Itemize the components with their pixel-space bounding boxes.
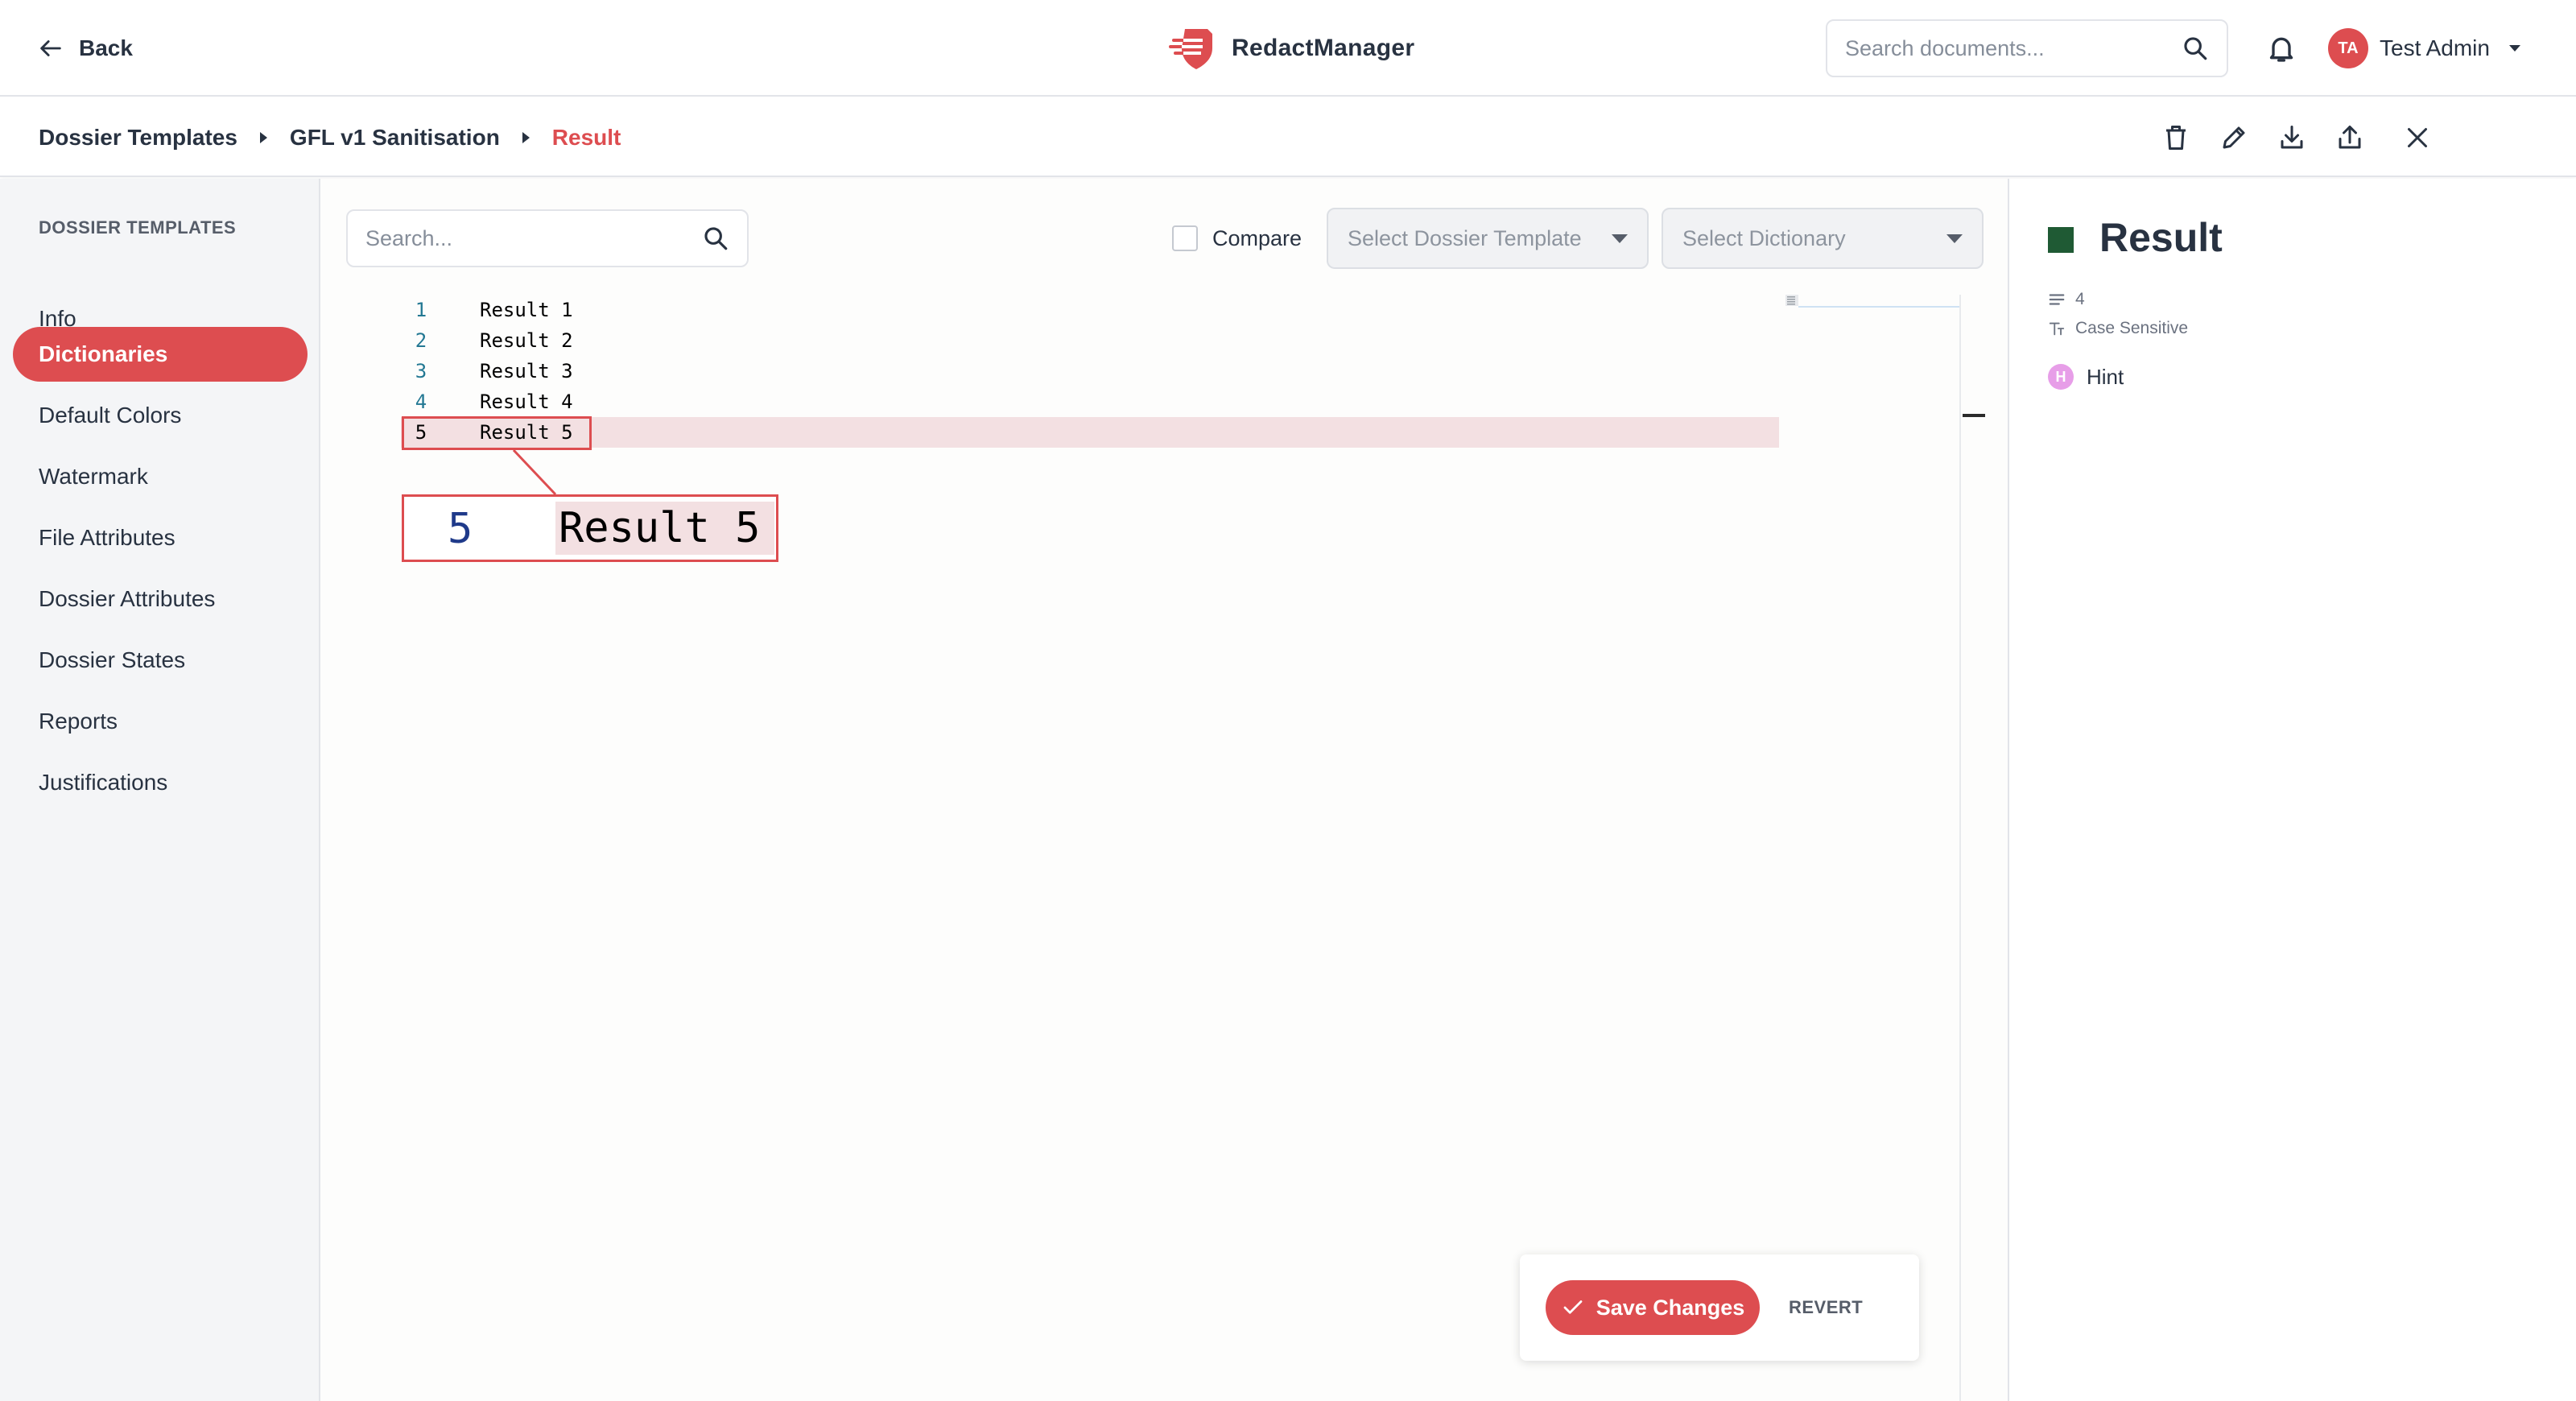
upload-button[interactable]	[2331, 119, 2368, 156]
download-button[interactable]	[2273, 119, 2310, 156]
document-search[interactable]	[1826, 19, 2228, 77]
zoom-callout: 5 Result 5	[402, 494, 778, 562]
trash-icon	[2166, 126, 2186, 150]
close-icon	[2408, 128, 2427, 147]
line-text[interactable]: Result 3	[480, 360, 573, 382]
back-button[interactable]: Back	[37, 31, 133, 66]
arrow-left-icon	[40, 40, 61, 56]
scrollbar-marker	[1963, 414, 1985, 417]
check-icon	[1563, 1300, 1583, 1314]
breadcrumb-dossier-templates[interactable]: Dossier Templates	[39, 125, 237, 151]
zoom-line-number: 5	[448, 505, 473, 553]
dictionary-title: Result	[2099, 215, 2223, 260]
line-number: 3	[415, 360, 427, 382]
pencil-icon	[2223, 126, 2245, 149]
sidebar-item-dictionaries[interactable]: Dictionaries	[13, 327, 308, 382]
entry-count-value: 4	[2075, 290, 2085, 308]
minimap-viewport	[1798, 306, 1959, 308]
minimap-icon	[1785, 295, 1798, 306]
redactmanager-logo-icon	[1169, 29, 1212, 69]
sidebar-item-dossier-attributes[interactable]: Dossier Attributes	[13, 572, 308, 626]
breadcrumb-template[interactable]: GFL v1 Sanitisation	[290, 125, 500, 151]
sidebar-item-reports[interactable]: Reports	[13, 694, 308, 749]
case-sensitive-info: Case Sensitive	[2048, 319, 2188, 338]
brand: RedactManager	[1169, 23, 1414, 74]
notifications-bell-icon[interactable]	[2265, 32, 2297, 64]
revert-button[interactable]: REVERT	[1789, 1280, 1863, 1335]
sidebar-item-file-attributes[interactable]: File Attributes	[13, 510, 308, 565]
search-icon[interactable]	[702, 225, 729, 252]
download-icon	[2281, 126, 2303, 149]
back-label: Back	[79, 35, 133, 60]
chevron-down-icon	[2508, 45, 2520, 52]
upload-icon	[2339, 126, 2361, 149]
scrollbar[interactable]	[1959, 295, 1961, 1401]
breadcrumb-separator-icon	[259, 132, 267, 143]
code-line[interactable]: 1 Result 1	[320, 295, 1777, 325]
line-text[interactable]: Result 2	[480, 329, 573, 352]
line-text[interactable]: Result 1	[480, 299, 573, 321]
list-icon	[2049, 294, 2065, 305]
dictionary-color-swatch	[2048, 227, 2074, 253]
dictionary-details-panel: Result 4 Case Sensitive H Hint	[2008, 179, 2576, 1401]
case-sensitive-label: Case Sensitive	[2075, 319, 2189, 337]
hint-badge: H	[2048, 364, 2074, 390]
breadcrumb: Dossier Templates GFL v1 Sanitisation Re…	[39, 121, 621, 155]
save-bar: Save Changes REVERT	[1520, 1254, 1919, 1361]
settings-sidebar: DOSSIER TEMPLATES Info Dictionaries Defa…	[0, 179, 320, 1401]
sidebar-item-default-colors[interactable]: Default Colors	[13, 388, 308, 443]
line-text[interactable]: Result 4	[480, 391, 573, 413]
brand-name: RedactManager	[1232, 35, 1415, 61]
save-changes-button[interactable]: Save Changes	[1546, 1280, 1760, 1335]
dossier-template-select-placeholder: Select Dossier Template	[1348, 225, 1582, 250]
editor-search[interactable]	[346, 209, 749, 267]
dictionary-select-placeholder: Select Dictionary	[1682, 225, 1846, 250]
line-number: 2	[415, 329, 427, 352]
text-case-icon	[2049, 322, 2065, 336]
line-number: 1	[415, 299, 427, 321]
code-line[interactable]: 4 Result 4	[320, 386, 1777, 417]
highlight-box	[402, 416, 592, 450]
breadcrumb-bar: Dossier Templates GFL v1 Sanitisation Re…	[0, 98, 2576, 177]
avatar: TA	[2328, 28, 2368, 68]
edit-button[interactable]	[2215, 119, 2252, 156]
entry-count: 4	[2048, 290, 2085, 309]
top-header: Back RedactManager TA Test Admin	[0, 0, 2576, 97]
sidebar-item-justifications[interactable]: Justifications	[13, 755, 308, 810]
close-button[interactable]	[2399, 119, 2436, 156]
document-search-input[interactable]	[1845, 35, 2182, 61]
editor-search-input[interactable]	[365, 225, 702, 251]
caret-down-icon	[1946, 234, 1963, 243]
compare-label: Compare	[1212, 225, 1302, 250]
user-menu[interactable]: TA Test Admin	[2328, 27, 2520, 69]
user-name: Test Admin	[2380, 35, 2490, 60]
delete-button[interactable]	[2157, 119, 2194, 156]
caret-down-icon	[1612, 234, 1628, 243]
search-icon[interactable]	[2182, 35, 2209, 62]
sidebar-title: DOSSIER TEMPLATES	[39, 217, 237, 238]
dictionary-select[interactable]: Select Dictionary	[1662, 208, 1984, 269]
dictionary-editor: Compare Select Dossier Template Select D…	[320, 179, 2008, 1401]
zoom-line-text: Result 5	[555, 502, 774, 555]
save-changes-label: Save Changes	[1596, 1295, 1745, 1320]
breadcrumb-current: Result	[551, 125, 621, 150]
breadcrumb-separator-icon	[522, 132, 530, 143]
dictionary-type-label: Hint	[2087, 364, 2124, 389]
compare-checkbox[interactable]	[1172, 225, 1198, 251]
code-line[interactable]: 2 Result 2	[320, 325, 1777, 356]
sidebar-item-dossier-states[interactable]: Dossier States	[13, 633, 308, 688]
sidebar-item-watermark[interactable]: Watermark	[13, 449, 308, 504]
dictionary-type: H Hint	[2048, 364, 2124, 390]
compare-toggle[interactable]: Compare	[1172, 224, 1302, 253]
code-line[interactable]: 3 Result 3	[320, 356, 1777, 386]
dossier-template-select[interactable]: Select Dossier Template	[1327, 208, 1649, 269]
line-number: 4	[415, 391, 427, 413]
